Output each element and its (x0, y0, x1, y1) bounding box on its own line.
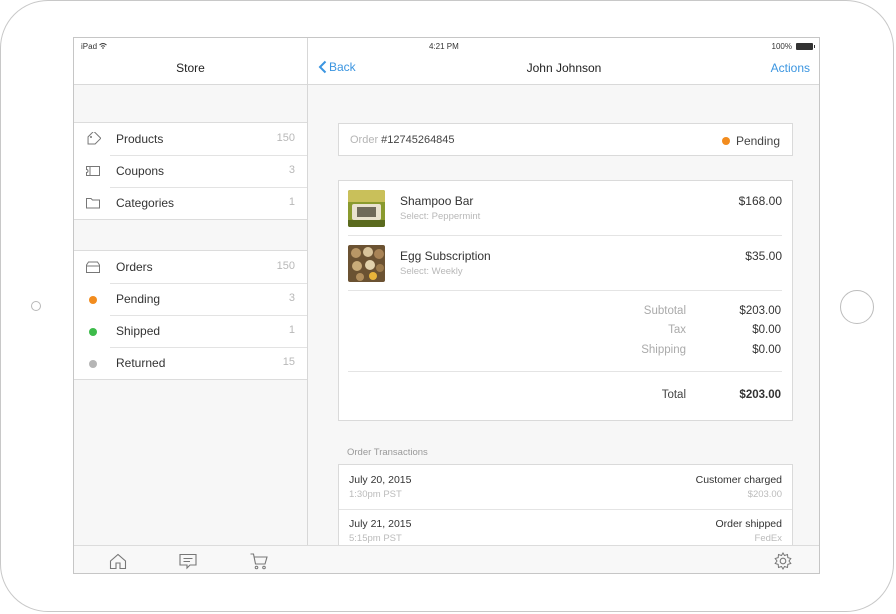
home-button[interactable] (840, 290, 874, 324)
sidebar-item-label: Products (116, 132, 164, 146)
orders-group: Orders 150 Pending 3 Shipped 1 Returned … (74, 250, 307, 380)
transaction-event: Customer charged (695, 474, 782, 486)
settings-icon[interactable] (773, 552, 793, 570)
status-bar: iPad 4:21 PM 100% (74, 38, 819, 54)
transaction-detail: FedEx (754, 533, 782, 544)
device-name: iPad (81, 42, 108, 51)
total-value: $203.00 (739, 389, 781, 401)
subtotal-value: $203.00 (739, 305, 781, 317)
shipping-row: Shipping $0.00 (481, 344, 781, 360)
egg-subscription-image (348, 245, 385, 282)
status-badge: Pending (721, 134, 780, 148)
wifi-icon (99, 43, 108, 49)
home-icon[interactable] (108, 552, 128, 570)
item-price: $168.00 (738, 194, 782, 208)
divider (348, 290, 782, 291)
shipping-value: $0.00 (752, 344, 781, 356)
sidebar-item-count: 15 (282, 356, 295, 368)
shampoo-bar-image (348, 190, 385, 227)
item-name: Shampoo Bar (400, 194, 474, 208)
screen: Store Products 150 Coupons 3 Categories … (73, 37, 820, 574)
shipping-label: Shipping (641, 344, 686, 356)
sidebar-item-count: 150 (276, 260, 295, 272)
item-option: Select: Weekly (400, 266, 463, 277)
tab-bar (74, 545, 819, 573)
item-price: $35.00 (745, 249, 782, 263)
sidebar-item-shipped[interactable]: Shipped 1 (74, 315, 307, 347)
sidebar-item-orders[interactable]: Orders 150 (74, 251, 307, 283)
sidebar-item-count: 1 (288, 196, 295, 208)
actions-button[interactable]: Actions (771, 61, 810, 75)
total-label: Total (661, 389, 686, 401)
status-text: Pending (735, 134, 780, 148)
clock: 4:21 PM (429, 42, 459, 51)
sidebar-item-categories[interactable]: Categories 1 (74, 187, 307, 219)
catalog-group: Products 150 Coupons 3 Categories 1 (74, 122, 307, 220)
battery: 100% (772, 42, 815, 51)
battery-icon (796, 43, 815, 50)
sidebar-item-coupons[interactable]: Coupons 3 (74, 155, 307, 187)
sidebar-item-count: 150 (276, 132, 295, 144)
items-card: Shampoo Bar Select: Peppermint $168.00 E… (338, 180, 793, 421)
tax-value: $0.00 (752, 324, 781, 336)
transaction-event: Order shipped (715, 518, 782, 530)
transactions-heading: Order Transactions (347, 447, 428, 458)
transaction-row[interactable]: July 20, 2015 1:30pm PST Customer charge… (349, 465, 782, 509)
order-number: Order #12745264845 (350, 134, 455, 146)
pending-dot-icon (89, 296, 97, 304)
sidebar-item-pending[interactable]: Pending 3 (74, 283, 307, 315)
tax-label: Tax (668, 324, 686, 336)
sidebar: Store Products 150 Coupons 3 Categories … (74, 38, 308, 573)
divider (348, 371, 782, 372)
sidebar-item-label: Pending (116, 292, 161, 306)
status-dot-icon (721, 137, 730, 145)
shipped-dot-icon (89, 328, 97, 336)
cart-icon[interactable] (249, 552, 269, 570)
subtotal-label: Subtotal (643, 305, 686, 317)
transaction-time: 1:30pm PST (349, 489, 402, 500)
sidebar-item-label: Orders (116, 260, 153, 274)
sidebar-item-label: Categories (116, 196, 175, 210)
inbox-icon (86, 261, 100, 273)
sidebar-item-label: Returned (116, 356, 166, 370)
sidebar-item-products[interactable]: Products 150 (74, 123, 307, 155)
sidebar-item-label: Shipped (116, 324, 161, 338)
item-name: Egg Subscription (400, 249, 491, 263)
returned-dot-icon (89, 360, 97, 368)
order-id: #12745264845 (381, 134, 455, 146)
folder-icon (86, 198, 100, 209)
total-row: Total $203.00 (481, 389, 781, 405)
transaction-date: July 21, 2015 (349, 518, 412, 530)
line-item[interactable]: Egg Subscription Select: Weekly $35.00 (348, 236, 782, 291)
sidebar-item-count: 1 (288, 324, 295, 336)
sidebar-item-count: 3 (288, 164, 295, 176)
transaction-date: July 20, 2015 (349, 474, 412, 486)
sidebar-title: Store (176, 61, 205, 75)
item-option: Select: Peppermint (400, 211, 481, 222)
page-title: John Johnson (526, 61, 602, 75)
sidebar-item-returned[interactable]: Returned 15 (74, 347, 307, 379)
coupon-icon (86, 166, 100, 176)
order-label: Order (350, 134, 379, 146)
line-item[interactable]: Shampoo Bar Select: Peppermint $168.00 (348, 181, 782, 236)
order-detail: Back John Johnson Actions Order #12745264… (308, 38, 819, 573)
sidebar-item-label: Coupons (116, 164, 165, 178)
messages-icon[interactable] (178, 552, 198, 570)
tag-icon (87, 132, 101, 145)
tax-row: Tax $0.00 (481, 324, 781, 340)
transaction-time: 5:15pm PST (349, 533, 402, 544)
order-card: Order #12745264845 Pending (338, 123, 793, 156)
sidebar-item-count: 3 (288, 292, 295, 304)
subtotal-row: Subtotal $203.00 (481, 305, 781, 321)
transaction-detail: $203.00 (747, 489, 782, 500)
camera-icon (31, 301, 41, 311)
